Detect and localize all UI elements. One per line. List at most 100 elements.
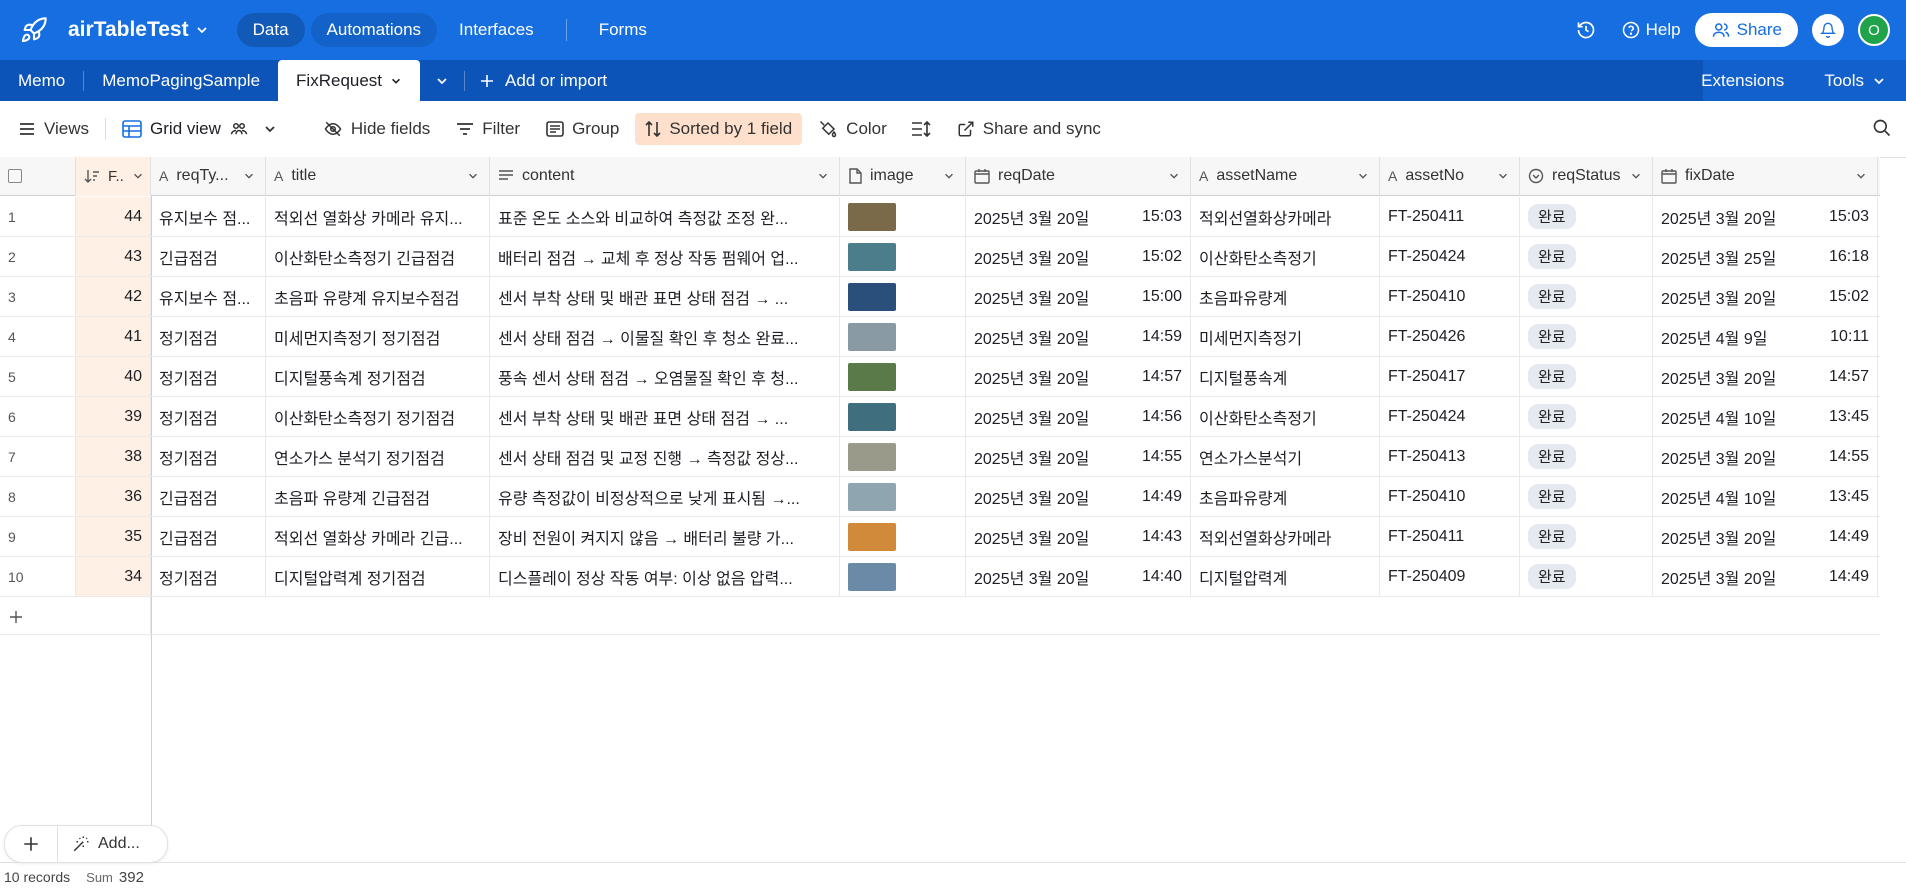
tab-memo[interactable]: Memo <box>0 60 83 101</box>
nav-automations[interactable]: Automations <box>310 13 438 47</box>
cell-reqtype[interactable]: 긴급점검 <box>151 517 266 556</box>
column-header-fixdate[interactable]: fixDate <box>1653 156 1878 196</box>
cell-assetname[interactable]: 미세먼지측정기 <box>1191 317 1380 356</box>
cell-reqdate[interactable]: 2025년 3월 20일 14:40 <box>966 557 1191 596</box>
tools-button[interactable]: Tools <box>1804 60 1906 101</box>
cell-image[interactable] <box>840 557 966 596</box>
cell-f[interactable]: 42 <box>76 277 151 316</box>
cell-assetname[interactable]: 적외선열화상카메라 <box>1191 197 1380 236</box>
cell-reqdate[interactable]: 2025년 3월 20일 15:03 <box>966 197 1191 236</box>
cell-f[interactable]: 44 <box>76 197 151 236</box>
cell-assetno[interactable]: FT-250409 <box>1380 557 1520 596</box>
add-record-row[interactable] <box>0 597 1880 636</box>
cell-content[interactable]: 배터리 점검 → 교체 후 정상 작동 펌웨어 업... <box>490 237 840 276</box>
chevron-down-icon[interactable] <box>467 170 479 182</box>
table-row[interactable]: 6 39 정기점검 이산화탄소측정기 정기점검 센서 부착 상태 및 배관 표면 상태 … <box>0 397 1880 437</box>
cell-assetno[interactable]: FT-250411 <box>1380 517 1520 556</box>
cell-f[interactable]: 35 <box>76 517 151 556</box>
cell-reqstatus[interactable]: 완료 <box>1520 197 1653 236</box>
cell-reqstatus[interactable]: 완료 <box>1520 517 1653 556</box>
table-row[interactable]: 2 43 긴급점검 이산화탄소측정기 긴급점검 배터리 점검 → 교체 후 정상 작동 … <box>0 237 1880 277</box>
cell-title[interactable]: 이산화탄소측정기 긴급점검 <box>266 237 490 276</box>
row-height-button[interactable] <box>901 113 941 145</box>
chevron-down-icon[interactable] <box>1497 170 1509 182</box>
cell-fixdate[interactable]: 2025년 3월 20일 14:49 <box>1653 517 1878 556</box>
cell-assetno[interactable]: FT-250413 <box>1380 437 1520 476</box>
cell-image[interactable] <box>840 517 966 556</box>
cell-content[interactable]: 센서 상태 점검 → 이물질 확인 후 청소 완료... <box>490 317 840 356</box>
cell-f[interactable]: 41 <box>76 317 151 356</box>
cell-f[interactable]: 34 <box>76 557 151 596</box>
column-header-f[interactable]: F.. <box>76 156 151 196</box>
views-button[interactable]: Views <box>8 113 99 145</box>
cell-f[interactable]: 39 <box>76 397 151 436</box>
cell-f[interactable]: 40 <box>76 357 151 396</box>
image-thumbnail[interactable] <box>848 322 896 351</box>
cell-image[interactable] <box>840 317 966 356</box>
cell-content[interactable]: 센서 부착 상태 및 배관 표면 상태 점검 → ... <box>490 397 840 436</box>
cell-assetname[interactable]: 이산화탄소측정기 <box>1191 397 1380 436</box>
image-thumbnail[interactable] <box>848 242 896 271</box>
cell-image[interactable] <box>840 437 966 476</box>
cell-assetname[interactable]: 연소가스분석기 <box>1191 437 1380 476</box>
chevron-down-icon[interactable] <box>1168 170 1180 182</box>
table-row[interactable]: 4 41 정기점검 미세먼지측정기 정기점검 센서 상태 점검 → 이물질 확인 후 청… <box>0 317 1880 357</box>
cell-title[interactable]: 미세먼지측정기 정기점검 <box>266 317 490 356</box>
cell-assetname[interactable]: 이산화탄소측정기 <box>1191 237 1380 276</box>
cell-image[interactable] <box>840 397 966 436</box>
share-button[interactable]: Share <box>1694 13 1798 47</box>
hide-fields-button[interactable]: Hide fields <box>313 113 440 145</box>
cell-fixdate[interactable]: 2025년 3월 20일 15:03 <box>1653 197 1878 236</box>
share-and-sync-button[interactable]: Share and sync <box>947 113 1111 145</box>
color-button[interactable]: Color <box>808 113 897 145</box>
chevron-down-icon[interactable] <box>132 170 144 182</box>
cell-fixdate[interactable]: 2025년 3월 20일 14:57 <box>1653 357 1878 396</box>
cell-f[interactable]: 38 <box>76 437 151 476</box>
cell-title[interactable]: 이산화탄소측정기 정기점검 <box>266 397 490 436</box>
chevron-down-icon[interactable] <box>1855 170 1867 182</box>
cell-image[interactable] <box>840 357 966 396</box>
cell-title[interactable]: 연소가스 분석기 정기점검 <box>266 437 490 476</box>
nav-forms[interactable]: Forms <box>583 13 663 47</box>
add-record-cell[interactable] <box>0 597 151 636</box>
cell-content[interactable]: 표준 온도 소스와 비교하여 측정값 조정 완... <box>490 197 840 236</box>
table-row[interactable]: 3 42 유지보수 점... 초음파 유량계 유지보수점검 센서 부착 상태 및 배관 … <box>0 277 1880 317</box>
tab-fixrequest[interactable]: FixRequest <box>278 60 421 101</box>
extensions-button[interactable]: Extensions <box>1681 60 1804 101</box>
cell-title[interactable]: 디지털압력계 정기점검 <box>266 557 490 596</box>
row-number-cell[interactable]: 2 <box>0 237 76 276</box>
cell-assetno[interactable]: FT-250426 <box>1380 317 1520 356</box>
cell-title[interactable]: 적외선 열화상 카메라 유지... <box>266 197 490 236</box>
base-name-dropdown[interactable]: airTableTest <box>68 18 209 42</box>
cell-reqdate[interactable]: 2025년 3월 20일 15:00 <box>966 277 1191 316</box>
column-header-content[interactable]: content <box>490 156 840 196</box>
sort-button[interactable]: Sorted by 1 field <box>635 113 803 145</box>
row-number-cell[interactable]: 5 <box>0 357 76 396</box>
group-button[interactable]: Group <box>536 113 629 145</box>
cell-content[interactable]: 디스플레이 정상 작동 여부: 이상 없음 압력... <box>490 557 840 596</box>
cell-reqdate[interactable]: 2025년 3월 20일 14:59 <box>966 317 1191 356</box>
cell-assetno[interactable]: FT-250410 <box>1380 477 1520 516</box>
cell-reqstatus[interactable]: 완료 <box>1520 397 1653 436</box>
cell-fixdate[interactable]: 2025년 3월 20일 14:49 <box>1653 557 1878 596</box>
cell-reqtype[interactable]: 유지보수 점... <box>151 197 266 236</box>
chevron-down-icon[interactable] <box>817 170 829 182</box>
cell-reqtype[interactable]: 유지보수 점... <box>151 277 266 316</box>
image-thumbnail[interactable] <box>848 562 896 591</box>
cell-assetname[interactable]: 적외선열화상카메라 <box>1191 517 1380 556</box>
cell-fixdate[interactable]: 2025년 4월 10일 13:45 <box>1653 477 1878 516</box>
cell-assetname[interactable]: 초음파유량계 <box>1191 277 1380 316</box>
cell-reqdate[interactable]: 2025년 3월 20일 15:02 <box>966 237 1191 276</box>
table-row[interactable]: 9 35 긴급점검 적외선 열화상 카메라 긴급... 장비 전원이 켜지지 않음 → … <box>0 517 1880 557</box>
image-thumbnail[interactable] <box>848 482 896 511</box>
cell-image[interactable] <box>840 197 966 236</box>
row-number-cell[interactable]: 4 <box>0 317 76 356</box>
table-row[interactable]: 7 38 정기점검 연소가스 분석기 정기점검 센서 상태 점검 및 교정 진행 → 측… <box>0 437 1880 477</box>
cell-fixdate[interactable]: 2025년 3월 25일 16:18 <box>1653 237 1878 276</box>
chevron-down-icon[interactable] <box>243 170 255 182</box>
row-number-cell[interactable]: 8 <box>0 477 76 516</box>
grid-view-button[interactable]: Grid view <box>112 113 287 145</box>
column-header-reqtype[interactable]: A reqTy... <box>151 156 266 196</box>
tab-memopagingsample[interactable]: MemoPagingSample <box>84 60 278 101</box>
cell-reqstatus[interactable]: 완료 <box>1520 237 1653 276</box>
